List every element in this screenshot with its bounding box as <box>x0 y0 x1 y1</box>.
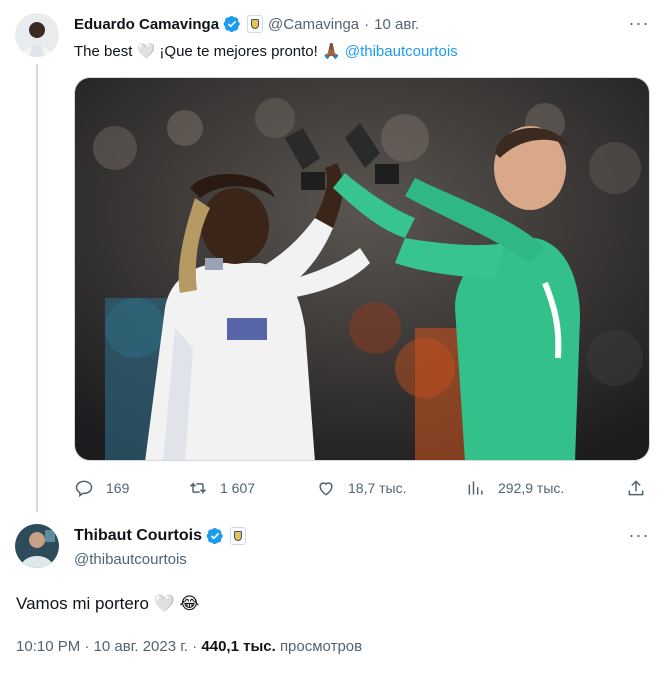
more-options-icon[interactable]: ··· <box>628 526 650 550</box>
white-heart-emoji: 🤍 <box>153 594 175 613</box>
avatar-courtois-image <box>15 524 59 568</box>
heart-outline-icon <box>319 482 333 496</box>
avatar[interactable] <box>15 524 59 568</box>
views-label: просмотров <box>279 638 363 655</box>
views-total[interactable]: 440,1 тыс. <box>201 638 275 655</box>
views-bar-chart-icon <box>468 481 483 495</box>
pray-emoji: 🙏🏾 <box>322 43 341 60</box>
main-tweet-text: Vamos mi portero 🤍 😂 <box>16 594 199 614</box>
retweet-action[interactable]: 1 607 <box>188 476 255 500</box>
main-tweet-header: Thibaut Courtois <box>74 526 246 546</box>
handle[interactable]: @thibautcourtois <box>74 551 187 568</box>
text-part: The best <box>74 43 133 60</box>
verified-badge-icon <box>206 527 223 545</box>
tweet-time[interactable]: 10:10 PM <box>16 638 80 655</box>
retweet-count: 1 607 <box>220 480 256 496</box>
like-action[interactable]: 18,7 тыс. <box>316 476 407 500</box>
verified-badge-icon <box>223 15 240 33</box>
tweet-photo[interactable] <box>74 77 650 461</box>
tweet-meta: 10:10 PM · 10 авг. 2023 г. · 440,1 тыс. … <box>16 638 362 655</box>
tweet-full-date[interactable]: 10 авг. 2023 г. <box>94 638 188 655</box>
like-count: 18,7 тыс. <box>348 480 407 496</box>
mention-link[interactable]: @thibautcourtois <box>345 43 458 60</box>
white-heart-emoji: 🤍 <box>136 43 156 60</box>
share-upload-icon <box>628 480 644 496</box>
reply-count: 169 <box>106 480 130 496</box>
text-part: Vamos mi portero <box>16 594 149 613</box>
separator: · <box>192 638 198 655</box>
photo-image <box>75 78 649 460</box>
avatar-camavinga-image <box>15 13 59 57</box>
reply-text: The best 🤍 ¡Que te mejores pronto! 🙏🏾 @t… <box>74 42 458 60</box>
thread-connector-line <box>36 64 38 512</box>
tweet-date[interactable]: 10 авг. <box>374 16 419 33</box>
club-affiliation-badge-icon[interactable] <box>229 527 246 545</box>
display-name[interactable]: Eduardo Camavinga <box>74 16 219 33</box>
views-action[interactable]: 292,9 тыс. <box>466 476 564 500</box>
main-handle-row: @thibautcourtois <box>74 549 187 569</box>
views-count: 292,9 тыс. <box>498 480 565 496</box>
separator: · <box>84 638 90 655</box>
reply-header: Eduardo Camavinga @Camavinga · 10 авг. <box>74 14 419 34</box>
club-affiliation-badge-icon[interactable] <box>247 15 264 33</box>
reply-bubble-icon <box>75 480 93 497</box>
separator: · <box>364 15 370 33</box>
handle[interactable]: @Camavinga <box>268 16 359 33</box>
laughing-emoji: 😂 <box>179 594 200 613</box>
more-options-icon[interactable]: ··· <box>628 14 650 38</box>
display-name[interactable]: Thibaut Courtois <box>74 527 202 545</box>
reply-action[interactable]: 169 <box>74 476 129 500</box>
avatar[interactable] <box>15 13 59 57</box>
text-part: ¡Que te mejores pronto! <box>159 43 318 60</box>
share-action[interactable] <box>626 476 646 500</box>
retweet-icon <box>189 482 207 494</box>
